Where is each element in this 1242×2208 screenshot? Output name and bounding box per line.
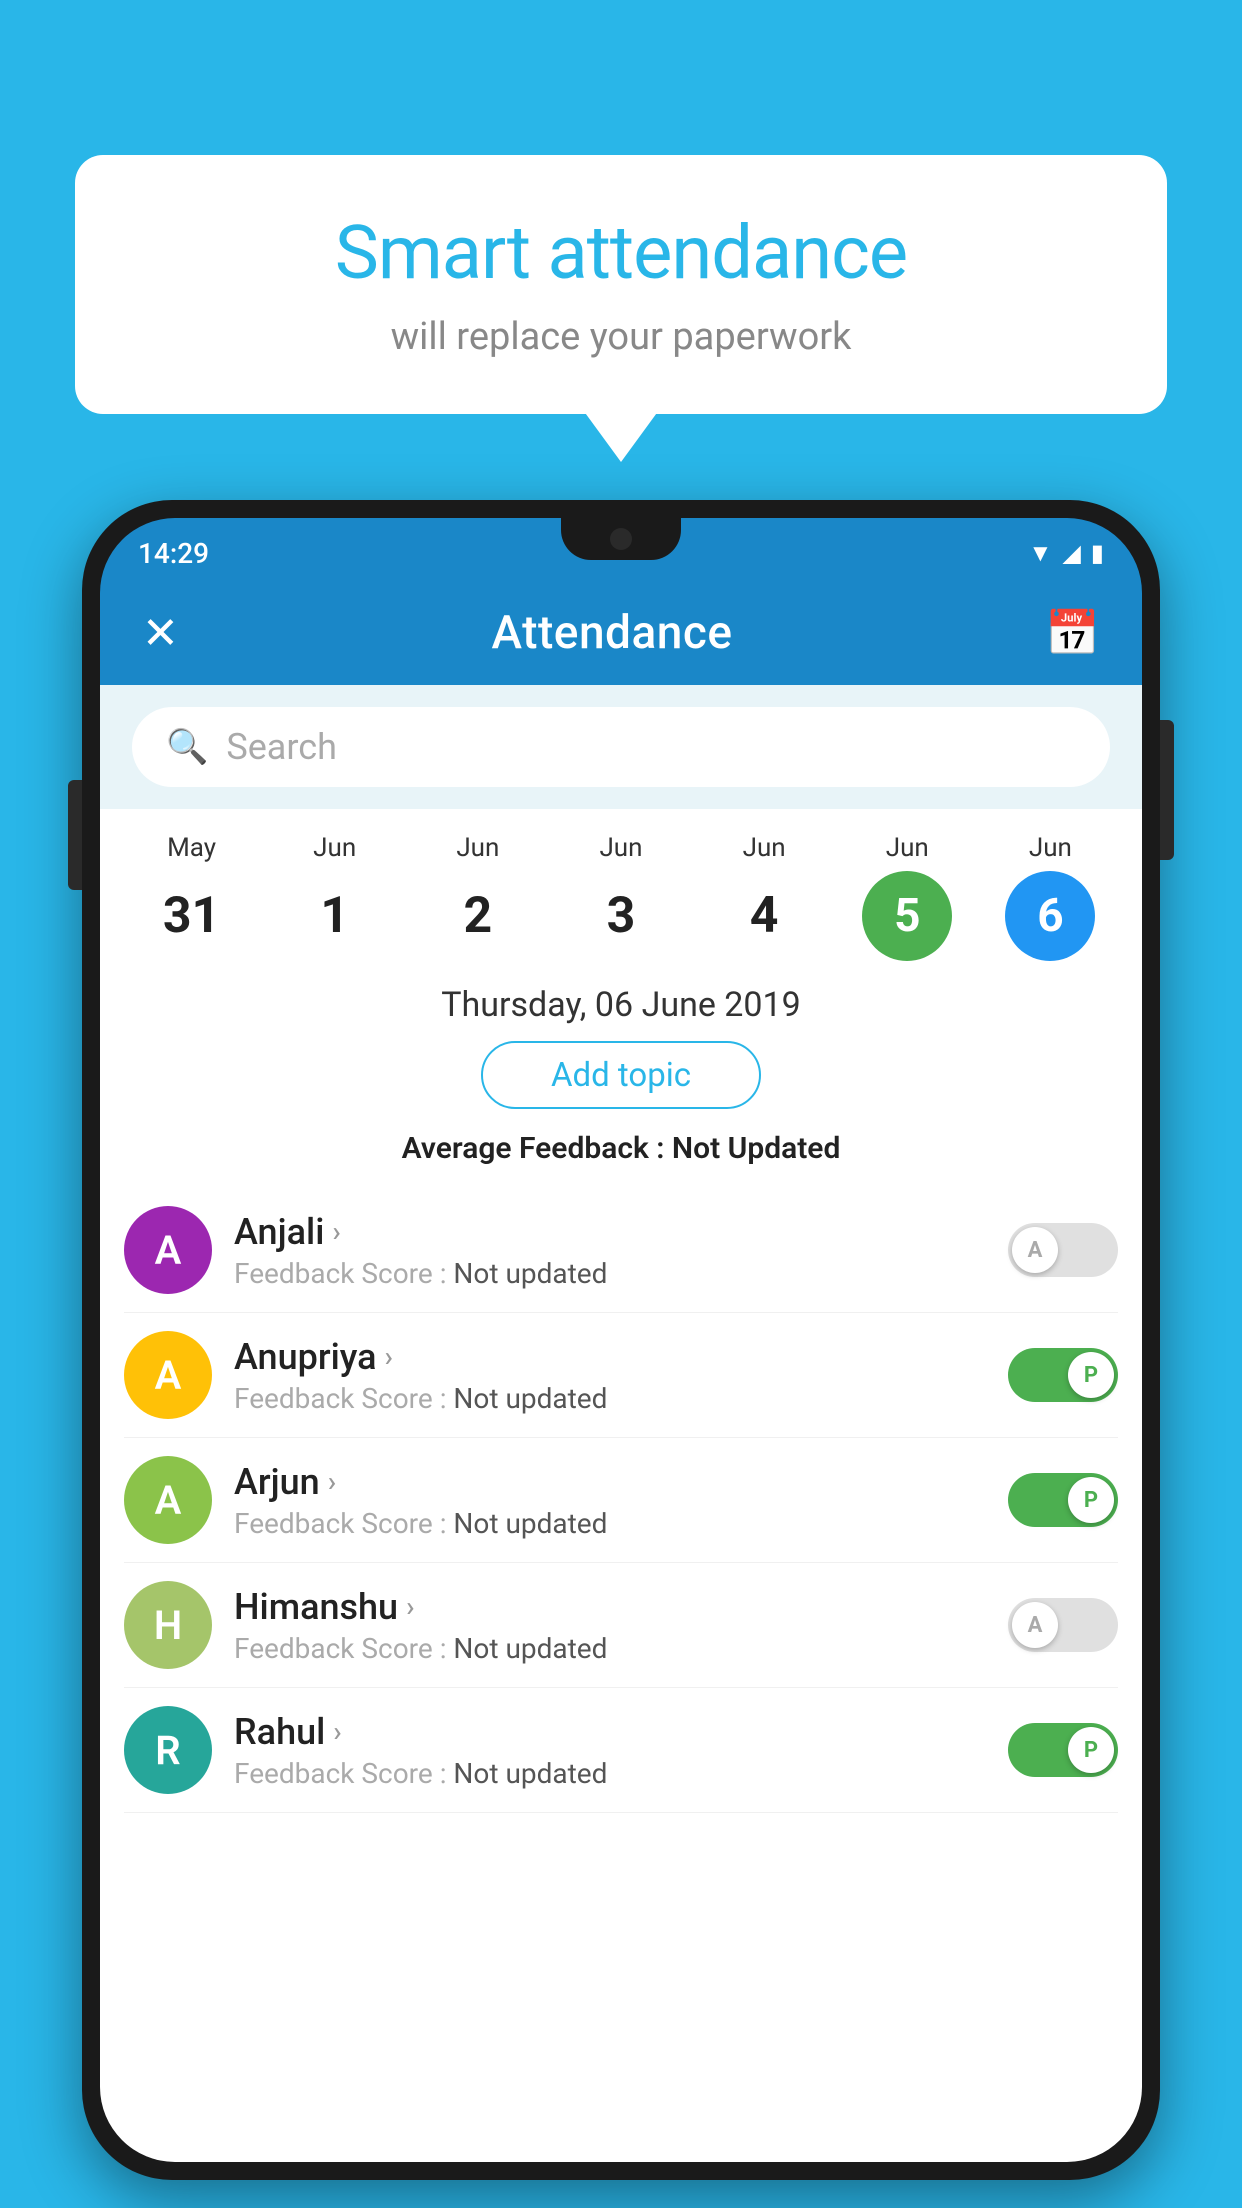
student-info: Arjun › Feedback Score : Not updated xyxy=(234,1461,1008,1540)
student-item[interactable]: AAnjali ›Feedback Score : Not updatedA xyxy=(124,1188,1118,1313)
toggle-container: A xyxy=(1008,1598,1118,1652)
day-number[interactable]: 31 xyxy=(147,871,237,961)
student-item[interactable]: H Himanshu › Feedback Score : Not updatedA xyxy=(124,1563,1118,1688)
student-item[interactable]: R Rahul › Feedback Score : Not updated P xyxy=(124,1688,1118,1813)
month-label: Jun xyxy=(1029,833,1072,863)
avatar: A xyxy=(124,1331,212,1419)
student-item[interactable]: A Anupriya › Feedback Score : Not updated P xyxy=(124,1313,1118,1438)
avatar: H xyxy=(124,1581,212,1669)
speech-bubble-subtitle: will replace your paperwork xyxy=(135,315,1107,359)
month-label: Jun xyxy=(886,833,929,863)
date-col[interactable]: Jun 1 xyxy=(270,833,400,961)
chevron-icon: › xyxy=(385,1340,393,1373)
month-label: May xyxy=(167,833,216,863)
status-icons: ▼ ◢ ▮ xyxy=(1029,539,1104,568)
close-button[interactable]: ✕ xyxy=(142,607,179,659)
app-bar-title: Attendance xyxy=(492,606,733,660)
feedback-label: Average Feedback : xyxy=(402,1131,672,1166)
date-col[interactable]: Jun 3 xyxy=(556,833,686,961)
day-number[interactable]: 2 xyxy=(433,871,523,961)
date-col[interactable]: Jun 4 xyxy=(699,833,829,961)
search-container: 🔍 Search xyxy=(100,685,1142,809)
avatar: R xyxy=(124,1706,212,1794)
student-name: Arjun › xyxy=(234,1461,1008,1503)
toggle-knob: A xyxy=(1012,1602,1058,1648)
month-label: Jun xyxy=(599,833,642,863)
month-label: Jun xyxy=(743,833,786,863)
date-col[interactable]: Jun 6 xyxy=(985,833,1115,961)
speech-bubble-title: Smart attendance xyxy=(135,210,1107,297)
app-bar: ✕ Attendance 📅 xyxy=(100,580,1142,685)
day-number[interactable]: 5 xyxy=(862,871,952,961)
signal-icon: ◢ xyxy=(1062,539,1080,567)
student-name: Himanshu › xyxy=(234,1586,1008,1628)
feedback-score: Feedback Score : Not updated xyxy=(234,1257,1008,1290)
feedback-score: Feedback Score : Not updated xyxy=(234,1507,1008,1540)
feedback-value: Not Updated xyxy=(672,1131,840,1166)
toggle-knob: P xyxy=(1068,1352,1114,1398)
toggle-knob: P xyxy=(1068,1477,1114,1523)
search-bar[interactable]: 🔍 Search xyxy=(132,707,1110,787)
phone-wrapper: 14:29 ▼ ◢ ▮ ✕ Attendance 📅 🔍 xyxy=(82,500,1160,2208)
month-label: Jun xyxy=(456,833,499,863)
feedback-score: Feedback Score : Not updated xyxy=(234,1382,1008,1415)
student-info: Anupriya › Feedback Score : Not updated xyxy=(234,1336,1008,1415)
date-col[interactable]: Jun 2 xyxy=(413,833,543,961)
add-topic-button[interactable]: Add topic xyxy=(481,1041,761,1109)
search-icon: 🔍 xyxy=(166,727,208,767)
toggle-knob: A xyxy=(1012,1227,1058,1273)
speech-bubble: Smart attendance will replace your paper… xyxy=(75,155,1167,414)
avatar: A xyxy=(124,1456,212,1544)
attendance-toggle[interactable]: P xyxy=(1008,1723,1118,1777)
student-name: Rahul › xyxy=(234,1711,1008,1753)
student-list: AAnjali ›Feedback Score : Not updatedAAA… xyxy=(100,1188,1142,1813)
chevron-icon: › xyxy=(333,1715,341,1748)
camera xyxy=(610,528,632,550)
calendar-icon[interactable]: 📅 xyxy=(1045,607,1100,659)
day-number[interactable]: 1 xyxy=(290,871,380,961)
phone-inner: 14:29 ▼ ◢ ▮ ✕ Attendance 📅 🔍 xyxy=(100,518,1142,2162)
student-info: Anjali › Feedback Score : Not updated xyxy=(234,1211,1008,1290)
day-number[interactable]: 3 xyxy=(576,871,666,961)
date-col[interactable]: Jun 5 xyxy=(842,833,972,961)
day-number[interactable]: 4 xyxy=(719,871,809,961)
student-info: Rahul › Feedback Score : Not updated xyxy=(234,1711,1008,1790)
average-feedback: Average Feedback : Not Updated xyxy=(100,1131,1142,1166)
phone-notch xyxy=(561,518,681,560)
toggle-container: P xyxy=(1008,1723,1118,1777)
chevron-icon: › xyxy=(332,1215,340,1248)
student-name: Anupriya › xyxy=(234,1336,1008,1378)
feedback-score: Feedback Score : Not updated xyxy=(234,1632,1008,1665)
attendance-toggle[interactable]: A xyxy=(1008,1598,1118,1652)
attendance-toggle[interactable]: P xyxy=(1008,1348,1118,1402)
screen-content: 🔍 Search May 31 Jun 1 Jun 2 Jun 3 Jun 4 Jun 5 Jun 6 T… xyxy=(100,685,1142,2162)
battery-icon: ▮ xyxy=(1091,539,1104,567)
phone-outer: 14:29 ▼ ◢ ▮ ✕ Attendance 📅 🔍 xyxy=(82,500,1160,2180)
student-item[interactable]: A Arjun › Feedback Score : Not updated P xyxy=(124,1438,1118,1563)
calendar-row: May 31 Jun 1 Jun 2 Jun 3 Jun 4 Jun 5 Jun 6 xyxy=(100,809,1142,961)
wifi-icon: ▼ xyxy=(1029,539,1053,568)
attendance-toggle[interactable]: P xyxy=(1008,1473,1118,1527)
month-label: Jun xyxy=(313,833,356,863)
chevron-icon: › xyxy=(406,1590,414,1623)
avatar: A xyxy=(124,1206,212,1294)
toggle-knob: P xyxy=(1068,1727,1114,1773)
day-number[interactable]: 6 xyxy=(1005,871,1095,961)
selected-date: Thursday, 06 June 2019 xyxy=(100,961,1142,1041)
student-info: Himanshu › Feedback Score : Not updated xyxy=(234,1586,1008,1665)
search-input[interactable]: Search xyxy=(226,726,337,768)
student-name: Anjali › xyxy=(234,1211,1008,1253)
status-time: 14:29 xyxy=(138,537,209,570)
attendance-toggle[interactable]: A xyxy=(1008,1223,1118,1277)
chevron-icon: › xyxy=(328,1465,336,1498)
date-col[interactable]: May 31 xyxy=(127,833,257,961)
speech-bubble-container: Smart attendance will replace your paper… xyxy=(75,155,1167,414)
toggle-container: P xyxy=(1008,1348,1118,1402)
toggle-container: P xyxy=(1008,1473,1118,1527)
toggle-container: A xyxy=(1008,1223,1118,1277)
feedback-score: Feedback Score : Not updated xyxy=(234,1757,1008,1790)
